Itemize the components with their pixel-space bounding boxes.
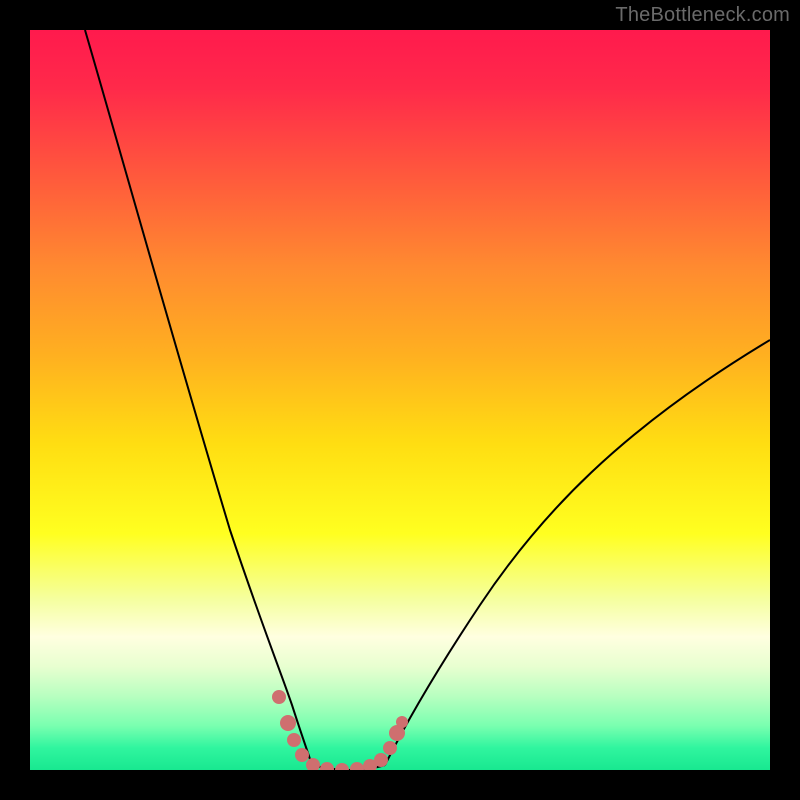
marker-dot	[287, 733, 301, 747]
marker-dot	[280, 715, 296, 731]
plot-area	[30, 30, 770, 770]
frame-left	[0, 0, 30, 800]
marker-dot	[350, 762, 364, 770]
right-curve	[385, 340, 770, 765]
marker-dot	[396, 716, 408, 728]
marker-dot	[320, 762, 334, 770]
left-curve	[85, 30, 312, 765]
marker-dot	[272, 690, 286, 704]
marker-dot	[374, 753, 388, 767]
frame-bottom	[0, 770, 800, 800]
chart-container: TheBottleneck.com	[0, 0, 800, 800]
frame-right	[770, 0, 800, 800]
marker-dot	[306, 758, 320, 770]
watermark-text: TheBottleneck.com	[615, 4, 790, 27]
marker-dot	[295, 748, 309, 762]
marker-dot	[335, 763, 349, 770]
curve-layer	[30, 30, 770, 770]
marker-dot	[383, 741, 397, 755]
